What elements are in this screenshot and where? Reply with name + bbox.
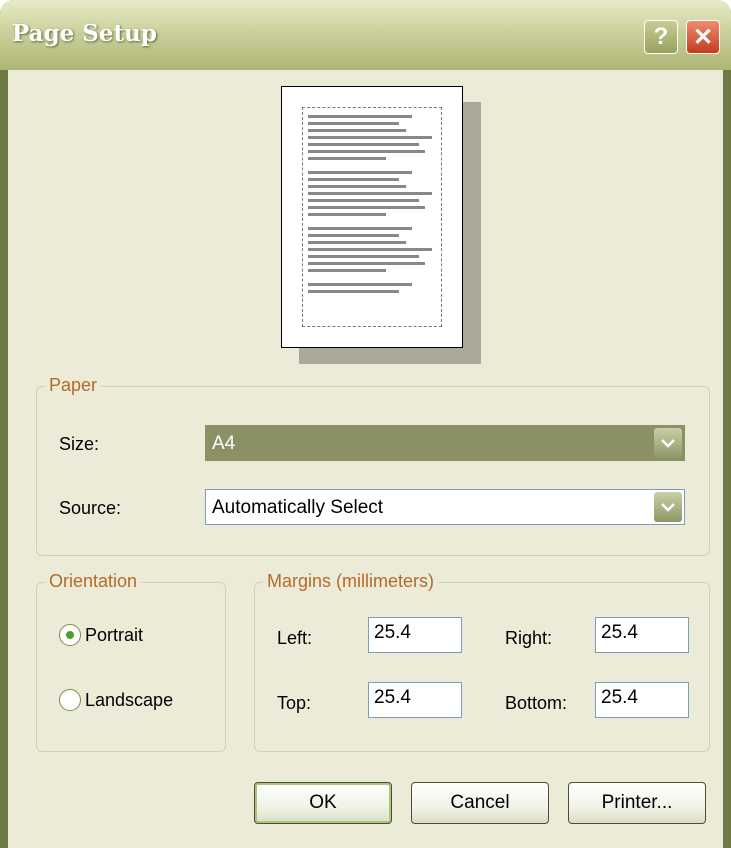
portrait-radio[interactable]: Portrait (59, 624, 143, 646)
right-margin-input[interactable]: 25.4 (595, 617, 689, 653)
paper-legend: Paper (45, 375, 102, 396)
margins-legend: Margins (millimeters) (263, 571, 439, 592)
chevron-down-icon (661, 503, 675, 512)
orientation-legend: Orientation (45, 571, 142, 592)
size-select-value: A4 (212, 433, 236, 454)
help-button[interactable]: ? (644, 20, 678, 54)
page-preview (281, 86, 463, 348)
radio-button-unchecked[interactable] (59, 689, 81, 711)
right-margin-label: Right: (505, 628, 553, 648)
top-margin-input[interactable]: 25.4 (368, 682, 462, 718)
left-margin-input[interactable]: 25.4 (368, 617, 462, 653)
printer-button[interactable]: Printer... (568, 782, 706, 824)
title-bar[interactable]: Page Setup ? ✕ (0, 0, 731, 70)
chevron-down-icon (661, 439, 675, 448)
help-icon: ? (653, 23, 669, 50)
source-select[interactable]: Automatically Select (205, 489, 685, 525)
margins-group: Margins (millimeters) Left: 25.4 Right: … (254, 571, 710, 752)
source-label: Source: (59, 498, 122, 518)
orientation-group: Orientation Portrait Landscape (36, 571, 226, 752)
dialog-title: Page Setup (12, 20, 157, 47)
source-dropdown-button[interactable] (654, 492, 682, 522)
source-select-value: Automatically Select (212, 497, 384, 518)
portrait-label: Portrait (85, 624, 144, 645)
bottom-margin-input[interactable]: 25.4 (595, 682, 689, 718)
landscape-label: Landscape (85, 689, 174, 710)
landscape-radio[interactable]: Landscape (59, 689, 173, 711)
close-button[interactable]: ✕ (686, 20, 720, 54)
size-dropdown-button[interactable] (654, 428, 682, 458)
left-margin-label: Left: (277, 628, 313, 648)
page-setup-dialog: Page Setup ? ✕ Paper Size: A4 Source: Au… (0, 0, 731, 848)
top-margin-label: Top: (277, 693, 312, 713)
size-select[interactable]: A4 (205, 425, 685, 461)
ok-button[interactable]: OK (254, 782, 392, 824)
preview-text-lines (308, 115, 438, 297)
paper-group: Paper Size: A4 Source: Automatically Sel… (36, 375, 710, 556)
close-icon: ✕ (692, 23, 714, 51)
dialog-body: Paper Size: A4 Source: Automatically Sel… (8, 70, 723, 848)
size-label: Size: (59, 434, 100, 454)
bottom-margin-label: Bottom: (505, 693, 568, 713)
radio-button-checked[interactable] (59, 624, 81, 646)
cancel-button[interactable]: Cancel (411, 782, 549, 824)
